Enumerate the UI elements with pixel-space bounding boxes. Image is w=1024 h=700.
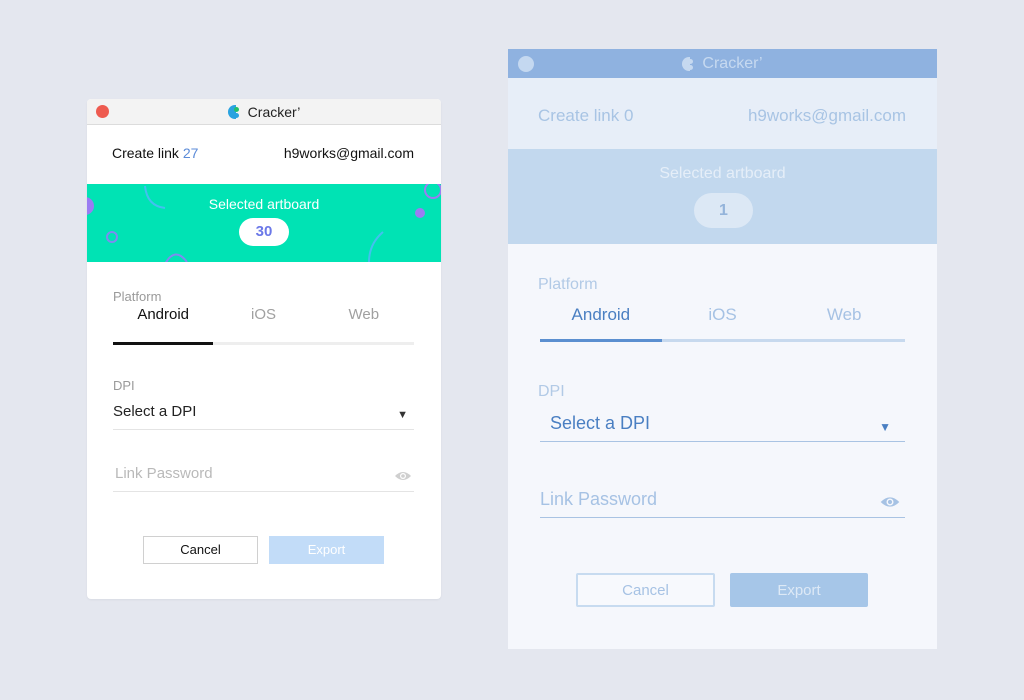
banner-label: Selected artboard [659,165,786,182]
account-row: Create link 27 h9works@gmail.com [112,145,414,161]
create-link-count: 27 [182,145,199,161]
platform-tabs: Android iOS Web [540,305,905,342]
link-password-placeholder: Link Password [115,465,213,482]
eye-icon[interactable] [879,495,901,509]
account-email: h9works@gmail.com [283,145,414,161]
dpi-label: DPI [113,378,135,393]
window-title: Cracker’ [702,54,763,72]
tab-ios[interactable]: iOS [213,306,313,342]
cancel-button[interactable]: Cancel [143,536,258,564]
artboard-count-badge: 1 [694,193,753,228]
window-title-group: Cracker’ [87,99,441,124]
caret-down-icon: ▼ [397,409,408,421]
dpi-select[interactable]: Select a DPI ▼ [540,413,905,442]
tab-android[interactable]: Android [540,305,662,342]
tab-web[interactable]: Web [314,306,414,342]
create-link-label: Create link [112,145,179,161]
account-email: h9works@gmail.com [747,106,906,125]
selected-artboard-banner: Selected artboard 1 [508,149,937,244]
selected-artboard-banner: Selected artboard 30 [87,184,441,262]
link-password-input[interactable]: Link Password [113,465,414,492]
link-password-placeholder: Link Password [540,489,658,509]
platform-label: Platform [538,276,598,293]
title-bar: Cracker’ [87,99,441,125]
cancel-button[interactable]: Cancel [576,573,715,607]
banner-label: Selected artboard [208,196,320,212]
tab-ios[interactable]: iOS [662,305,784,339]
app-logo-icon [682,56,696,71]
link-password-input[interactable]: Link Password [540,489,905,518]
window-title-group: Cracker’ [508,49,937,78]
title-bar: Cracker’ [508,49,937,78]
platform-tabs: Android iOS Web [113,306,414,345]
tab-android[interactable]: Android [113,306,214,345]
dpi-select[interactable]: Select a DPI ▼ [113,403,414,430]
dpi-select-value: Select a DPI [550,413,651,433]
tab-web[interactable]: Web [783,305,905,339]
dpi-select-value: Select a DPI [113,403,197,420]
caret-down-icon: ▼ [879,420,891,434]
window-title: Cracker’ [247,103,301,120]
eye-icon[interactable] [394,470,412,482]
export-dialog-right: Cracker’ Create link 0 h9works@gmail.com… [508,49,937,649]
platform-label: Platform [113,289,162,304]
export-button[interactable]: Export [269,536,384,564]
app-logo-icon [227,104,242,119]
create-link-text: Create link 27 [112,145,198,161]
export-dialog-left: Cracker’ Create link 27 h9works@gmail.co… [87,99,441,599]
artboard-count-badge: 30 [239,218,289,246]
account-row: Create link 0 h9works@gmail.com [538,106,906,126]
dpi-label: DPI [538,383,565,400]
create-link-label: Create link 0 [538,106,634,125]
export-button[interactable]: Export [730,573,868,607]
